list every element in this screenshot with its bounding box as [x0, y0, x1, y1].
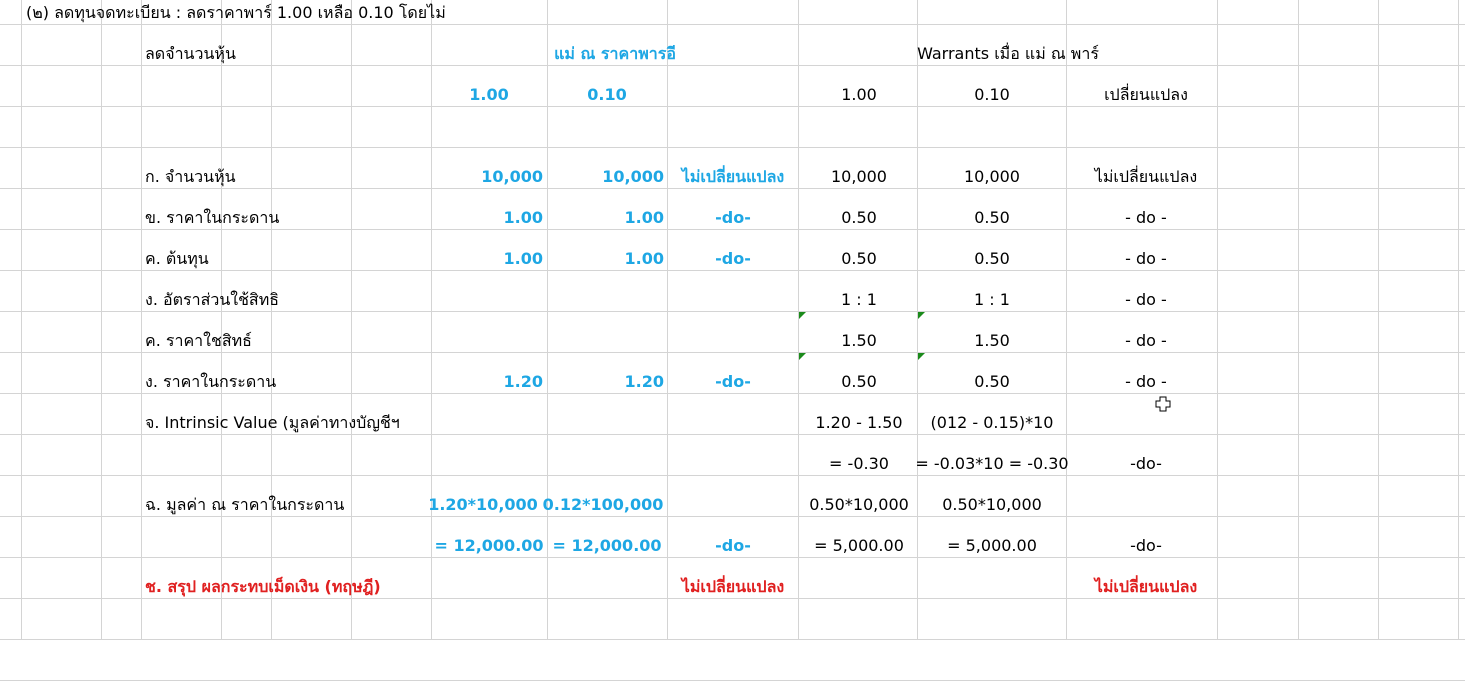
- gridline: [101, 0, 102, 640]
- cell-r46-b[interactable]: จ. Intrinsic Value (มูลค่าทางบัญชีฯ: [145, 413, 400, 433]
- cell-r45-b[interactable]: ง. ราคาในกระดาน: [145, 372, 276, 392]
- cell-r44-w3[interactable]: - do -: [946, 331, 1346, 351]
- gridline: [0, 188, 1465, 189]
- cell-r48-w2[interactable]: 0.50*10,000: [792, 495, 1192, 515]
- gridline: [0, 475, 1465, 476]
- gridline: [0, 65, 1465, 66]
- spreadsheet-grid[interactable]: (๒) ลดทุนจดทะเบียน : ลดราคาพาร์ 1.00 เหล…: [0, 0, 1465, 681]
- gridline: [221, 0, 222, 640]
- cell-r43-b[interactable]: ง. อัตราส่วนใช้สิทธิ: [145, 290, 279, 310]
- cell-r40-w3[interactable]: ไม่เปลี่ยนแปลง: [946, 167, 1346, 187]
- gridline: [1378, 0, 1379, 640]
- cell-r50-b[interactable]: ช. สรุป ผลกระทบเม็ดเงิน (ทฤษฎี): [145, 577, 381, 597]
- gridline: [0, 106, 1465, 107]
- cell-r42-b[interactable]: ค. ต้นทุน: [145, 249, 209, 269]
- gridline: [0, 147, 1465, 148]
- comment-marker-icon[interactable]: [918, 353, 925, 360]
- gridline: [271, 0, 272, 640]
- cell-r36-a[interactable]: (๒) ลดทุนจดทะเบียน : ลดราคาพาร์ 1.00 เหล…: [26, 3, 446, 23]
- gridline: [0, 229, 1465, 230]
- gridline: [0, 393, 1465, 394]
- cell-r41-w3[interactable]: - do -: [946, 208, 1346, 228]
- cell-r45-w3[interactable]: - do -: [946, 372, 1346, 392]
- cell-r42-w3[interactable]: - do -: [946, 249, 1346, 269]
- gridline: [0, 557, 1465, 558]
- cell-r49-w3[interactable]: -do-: [946, 536, 1346, 556]
- cell-r50-c3[interactable]: ไม่เปลี่ยนแปลง: [533, 577, 933, 597]
- gridline: [0, 24, 1465, 25]
- cell-r40-b[interactable]: ก. จำนวนหุ้น: [145, 167, 236, 187]
- gridline: [141, 0, 142, 640]
- cell-r47-w3[interactable]: -do-: [946, 454, 1346, 474]
- cell-r50-w3[interactable]: ไม่เปลี่ยนแปลง: [946, 577, 1346, 597]
- gridline: [21, 0, 22, 640]
- comment-marker-icon[interactable]: [799, 353, 806, 360]
- gridline: [0, 434, 1465, 435]
- gridline: [0, 598, 1465, 599]
- cell-r41-b[interactable]: ข. ราคาในกระดาน: [145, 208, 279, 228]
- gridline: [0, 516, 1465, 517]
- cell-r44-b[interactable]: ค. ราคาใชสิทธ์: [145, 331, 252, 351]
- cell-r37-hdr1[interactable]: แม่ ณ ราคาพารอี: [415, 44, 815, 64]
- gridline: [0, 311, 1465, 312]
- gridline: [0, 270, 1465, 271]
- gridline: [0, 352, 1465, 353]
- comment-marker-icon[interactable]: [799, 312, 806, 319]
- cell-r38-w3[interactable]: เปลี่ยนแปลง: [946, 85, 1346, 105]
- cell-r37-b[interactable]: ลดจำนวนหุ้น: [145, 44, 236, 64]
- cell-r43-w3[interactable]: - do -: [946, 290, 1346, 310]
- cross-cursor-icon: [1155, 396, 1171, 412]
- cell-r37-hdr2[interactable]: Warrants เมื่อ แม่ ณ พาร์: [808, 44, 1208, 64]
- comment-marker-icon[interactable]: [918, 312, 925, 319]
- gridline: [1458, 0, 1459, 640]
- cell-r46-w2[interactable]: (012 - 0.15)*10: [792, 413, 1192, 433]
